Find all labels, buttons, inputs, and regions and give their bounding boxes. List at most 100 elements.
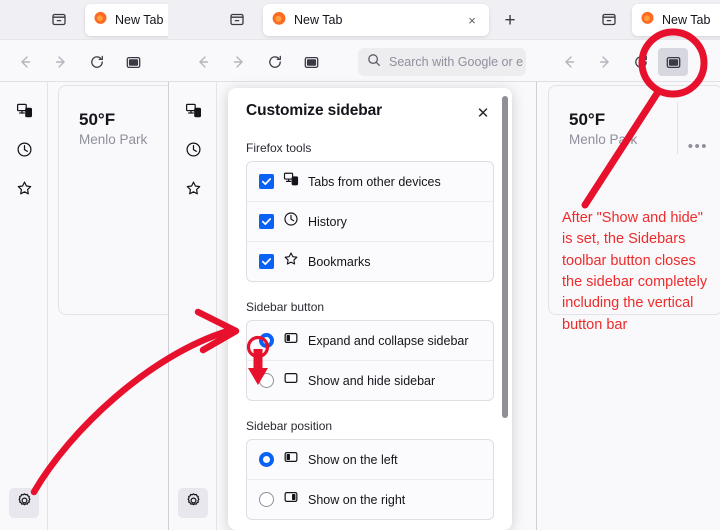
option-show-and-hide-sidebar[interactable]: Show and hide sidebar bbox=[247, 360, 493, 400]
customize-sidebar-panel: Customize sidebar ✕ Firefox tools Tabs f… bbox=[228, 88, 512, 530]
gear-icon bbox=[185, 492, 202, 514]
newtab-content-left: 50°F Menlo Park bbox=[48, 82, 168, 530]
firefox-logo-icon bbox=[93, 10, 108, 30]
back-button-right[interactable] bbox=[556, 49, 582, 75]
group-sidebar-button: Expand and collapse sidebar Show and hid… bbox=[246, 320, 494, 401]
weather-temperature-left: 50°F bbox=[79, 110, 116, 129]
option-label: Show and hide sidebar bbox=[308, 373, 436, 388]
annotation-text: After "Show and hide" is set, the Sideba… bbox=[562, 210, 708, 333]
nav-toolbar-center: Search with Google or e bbox=[168, 40, 536, 82]
tab-close-button-center[interactable]: × bbox=[463, 11, 481, 29]
group-sidebar-position: Show on the left Show on the right bbox=[246, 439, 494, 520]
sidebar-hide-icon bbox=[283, 370, 299, 391]
address-bar-center[interactable]: Search with Google or e bbox=[358, 48, 526, 76]
clock-icon bbox=[283, 211, 299, 232]
group-firefox-tools: Tabs from other devices History Bookmark bbox=[246, 161, 494, 282]
back-button-center[interactable] bbox=[190, 49, 216, 75]
sidebar-button-bar-left bbox=[0, 82, 48, 530]
list-all-tabs-button-left[interactable] bbox=[46, 8, 72, 34]
tab-title-center: New Tab bbox=[294, 13, 343, 27]
sidebars-button-left[interactable] bbox=[120, 49, 146, 75]
sidebar-item-bookmarks-center[interactable] bbox=[180, 178, 206, 204]
tab-right[interactable]: New Tab bbox=[632, 4, 720, 36]
tab-left[interactable]: New Tab bbox=[85, 4, 168, 36]
checkbox-checked-icon[interactable] bbox=[259, 254, 274, 269]
star-icon bbox=[185, 180, 202, 202]
sidebar-left-icon bbox=[283, 449, 299, 470]
customize-sidebar-button-center[interactable] bbox=[178, 488, 208, 518]
list-all-tabs-icon bbox=[229, 11, 245, 32]
sidebar-button-bar-center bbox=[169, 82, 217, 530]
radio-selected-icon[interactable] bbox=[259, 333, 274, 348]
star-icon bbox=[16, 180, 33, 202]
option-show-on-the-right[interactable]: Show on the right bbox=[247, 479, 493, 519]
forward-button-right[interactable] bbox=[592, 49, 618, 75]
weather-card-menu-right[interactable]: ••• bbox=[688, 138, 708, 155]
search-icon bbox=[367, 53, 381, 72]
option-label: Show on the left bbox=[308, 452, 398, 467]
nav-toolbar-right bbox=[536, 40, 720, 82]
option-label: Bookmarks bbox=[308, 254, 371, 269]
option-show-on-the-left[interactable]: Show on the left bbox=[247, 440, 493, 479]
star-icon bbox=[283, 251, 299, 272]
radio-selected-icon[interactable] bbox=[259, 452, 274, 467]
nav-toolbar-left bbox=[0, 40, 168, 82]
forward-button-center[interactable] bbox=[226, 49, 252, 75]
list-all-tabs-button-center[interactable] bbox=[224, 8, 250, 34]
device-tabs-icon bbox=[283, 171, 299, 192]
radio-unselected-icon[interactable] bbox=[259, 373, 274, 388]
checkbox-checked-icon[interactable] bbox=[259, 214, 274, 229]
group-label-firefox-tools: Firefox tools bbox=[246, 141, 312, 155]
panel-scrollbar[interactable] bbox=[502, 96, 508, 500]
firefox-logo-icon bbox=[271, 10, 287, 31]
option-history[interactable]: History bbox=[247, 201, 493, 241]
reload-button-center[interactable] bbox=[262, 49, 288, 75]
tab-center[interactable]: New Tab × bbox=[263, 4, 489, 36]
sidebars-button-right[interactable] bbox=[658, 48, 688, 76]
sidebar-item-tabs-from-other-devices-center[interactable] bbox=[180, 100, 206, 126]
back-button-left[interactable] bbox=[12, 49, 38, 75]
customize-sidebar-button-left[interactable] bbox=[9, 488, 39, 518]
option-label: Expand and collapse sidebar bbox=[308, 333, 469, 348]
new-tab-button-center[interactable]: + bbox=[498, 9, 522, 33]
forward-button-left[interactable] bbox=[48, 49, 74, 75]
weather-card-left[interactable]: 50°F Menlo Park bbox=[58, 85, 168, 315]
device-tabs-icon bbox=[185, 102, 202, 124]
firefox-logo-icon bbox=[640, 10, 655, 30]
clock-icon bbox=[16, 141, 33, 163]
sidebar-item-bookmarks-left[interactable] bbox=[11, 178, 37, 204]
list-all-tabs-icon bbox=[601, 11, 617, 32]
clock-icon bbox=[185, 141, 202, 163]
close-icon[interactable]: ✕ bbox=[473, 103, 493, 123]
option-expand-and-collapse-sidebar[interactable]: Expand and collapse sidebar bbox=[247, 321, 493, 360]
weather-card-divider-right bbox=[677, 102, 678, 154]
address-bar-placeholder-center: Search with Google or e bbox=[389, 55, 524, 69]
tab-title-left: New Tab bbox=[115, 13, 164, 27]
tab-strip-left: New Tab bbox=[0, 0, 168, 40]
gear-icon bbox=[16, 492, 33, 514]
group-label-sidebar-position: Sidebar position bbox=[246, 419, 333, 433]
sidebar-expand-icon bbox=[283, 330, 299, 351]
option-tabs-from-other-devices[interactable]: Tabs from other devices bbox=[247, 162, 493, 201]
list-all-tabs-button-right[interactable] bbox=[596, 8, 622, 34]
sidebars-button-center[interactable] bbox=[298, 49, 324, 75]
weather-city-left: Menlo Park bbox=[79, 132, 148, 147]
option-label: History bbox=[308, 214, 347, 229]
sidebar-item-history-left[interactable] bbox=[11, 139, 37, 165]
customize-sidebar-panel-header: Customize sidebar ✕ bbox=[246, 102, 494, 123]
sidebar-item-history-center[interactable] bbox=[180, 139, 206, 165]
group-label-sidebar-button: Sidebar button bbox=[246, 300, 325, 314]
tab-title-right: New Tab bbox=[662, 13, 711, 27]
option-label: Show on the right bbox=[308, 492, 406, 507]
option-label: Tabs from other devices bbox=[308, 174, 441, 189]
radio-unselected-icon[interactable] bbox=[259, 492, 274, 507]
reload-button-left[interactable] bbox=[84, 49, 110, 75]
panel-scrollbar-thumb[interactable] bbox=[502, 96, 508, 418]
customize-sidebar-panel-body: Customize sidebar ✕ Firefox tools Tabs f… bbox=[228, 88, 512, 530]
list-all-tabs-icon bbox=[51, 11, 67, 32]
sidebar-item-tabs-from-other-devices-left[interactable] bbox=[11, 100, 37, 126]
tab-strip-right: New Tab bbox=[536, 0, 720, 40]
option-bookmarks[interactable]: Bookmarks bbox=[247, 241, 493, 281]
reload-button-right[interactable] bbox=[628, 49, 654, 75]
checkbox-checked-icon[interactable] bbox=[259, 174, 274, 189]
